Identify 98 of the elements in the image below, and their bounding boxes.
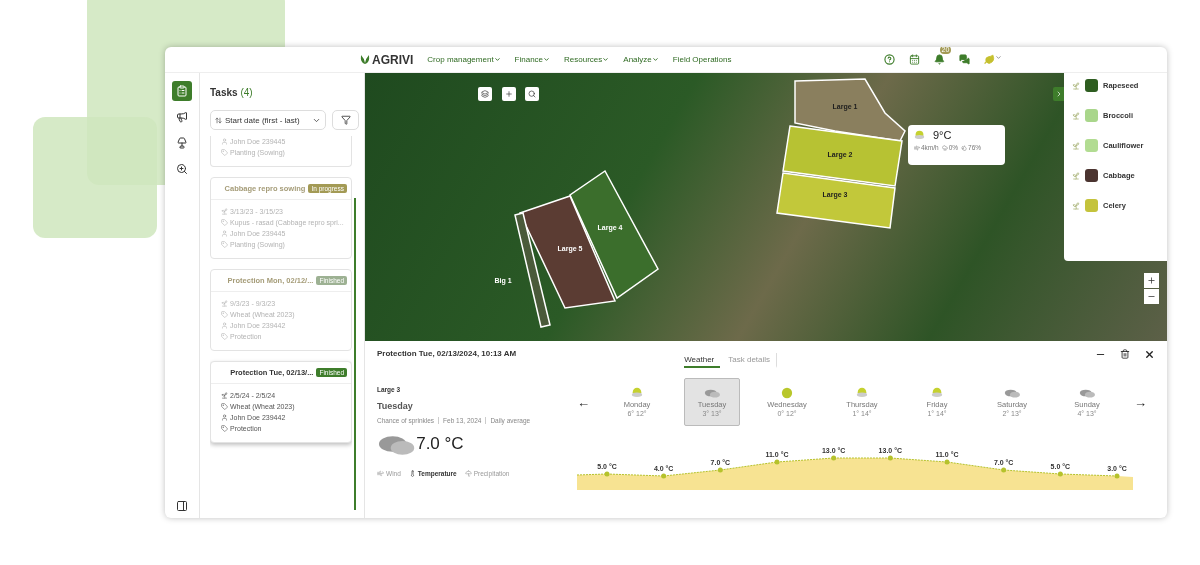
- detail-tab[interactable]: Weather: [684, 353, 721, 368]
- crop-icon: [1072, 171, 1080, 180]
- field-polygon[interactable]: [776, 172, 896, 229]
- trash-icon: [1120, 349, 1130, 359]
- tag-icon: [221, 241, 228, 248]
- leaf-logo-icon: [360, 54, 370, 65]
- field-polygon[interactable]: [518, 195, 617, 309]
- user-icon: [221, 414, 228, 421]
- data-point: [831, 455, 837, 461]
- crop-icon: [1072, 141, 1080, 150]
- menu-item[interactable]: Analyze: [623, 55, 659, 64]
- detail-tab[interactable]: Task details: [728, 353, 778, 368]
- sort-dropdown[interactable]: Start date (first - last): [210, 110, 326, 130]
- crop-icon: [1072, 201, 1080, 210]
- add-button[interactable]: [502, 87, 516, 101]
- zoom-icon: [176, 163, 188, 175]
- data-point: [1001, 467, 1007, 473]
- cloud-icon: [1003, 387, 1021, 399]
- tag-icon: [221, 403, 228, 410]
- close-button[interactable]: [1144, 349, 1155, 360]
- legend-collapse-button[interactable]: [1053, 87, 1064, 101]
- caret-icon: [994, 54, 1002, 61]
- filter-icon: [340, 115, 351, 125]
- caret-icon: [543, 56, 551, 63]
- wind-icon: [377, 470, 384, 477]
- help-icon[interactable]: [883, 54, 895, 65]
- crop-icon: [1072, 111, 1080, 120]
- user-icon: [221, 138, 228, 145]
- bell-icon[interactable]: [933, 54, 945, 65]
- previous-button[interactable]: ←: [577, 394, 590, 410]
- panel-toggle-button[interactable]: [176, 500, 188, 512]
- sun-icon: [781, 387, 793, 399]
- field-polygon[interactable]: [514, 212, 551, 328]
- data-point: [1114, 473, 1120, 479]
- tag-icon: [221, 219, 228, 226]
- sprout-icon: [221, 208, 228, 215]
- data-point: [717, 467, 723, 473]
- user-icon: [221, 230, 228, 237]
- caret-icon: [493, 56, 501, 63]
- plus-icon: [1147, 276, 1156, 285]
- sun-cloud-icon: [856, 387, 868, 399]
- data-point: [944, 459, 950, 465]
- crop-icon: [1072, 81, 1080, 90]
- menu-item[interactable]: Finance: [514, 55, 551, 64]
- zoom-out-button[interactable]: [1144, 289, 1159, 304]
- plus-icon: [505, 90, 513, 98]
- calendar-icon[interactable]: [908, 54, 920, 65]
- cloud-icon: [1078, 387, 1096, 399]
- data-point: [887, 455, 893, 461]
- user-icon: [221, 322, 228, 329]
- chat-icon[interactable]: [958, 54, 970, 65]
- menu-item[interactable]: Resources: [564, 55, 610, 64]
- rain-cloud-icon: [941, 144, 948, 151]
- filter-button[interactable]: [332, 110, 359, 130]
- tag-icon: [221, 425, 228, 432]
- daily-temperature: 7.0 °C: [416, 434, 464, 454]
- cloud-icon: [703, 387, 721, 399]
- sort-icon: [215, 116, 222, 124]
- megaphone-icon: [176, 111, 188, 123]
- layers-icon: [481, 90, 489, 98]
- sun-cloud-icon: [931, 387, 943, 399]
- sprout-icon: [221, 392, 228, 399]
- sun-cloud-icon: [631, 387, 643, 399]
- menu-item[interactable]: Field Operations: [672, 55, 732, 64]
- logo-text: AGRIVI: [372, 52, 414, 67]
- wind-icon: [914, 144, 920, 151]
- data-point: [661, 473, 667, 479]
- droplets-icon: [961, 144, 968, 151]
- layers-button[interactable]: [478, 87, 492, 101]
- popup-temperature: 9°C: [933, 129, 952, 141]
- data-point: [1057, 471, 1063, 477]
- sprout-icon: [221, 300, 228, 307]
- lamp-icon: [176, 137, 188, 149]
- zoom-in-button[interactable]: [1144, 273, 1159, 288]
- data-point: [774, 459, 780, 465]
- tag-icon: [221, 333, 228, 340]
- tag-icon: [221, 311, 228, 318]
- sun-cloud-icon: [914, 129, 925, 141]
- panel-icon: [176, 500, 188, 512]
- close-icon: [1144, 349, 1155, 360]
- data-point: [604, 471, 610, 477]
- search-button[interactable]: [525, 87, 539, 101]
- caret-icon: [602, 56, 610, 63]
- field-polygon[interactable]: [782, 125, 903, 187]
- clipboard-icon: [176, 85, 188, 97]
- detail-title: Protection Tue, 02/13/2024, 10:13 AM: [377, 349, 517, 358]
- next-button[interactable]: →: [1134, 394, 1147, 410]
- field-polygon[interactable]: [794, 78, 906, 142]
- tag-icon: [221, 149, 228, 156]
- clipboard-rail-button[interactable]: [172, 81, 192, 101]
- caret-icon: [651, 56, 659, 63]
- day-name: Tuesday: [377, 401, 414, 411]
- menu-item[interactable]: Crop management: [427, 55, 501, 64]
- tasks-title: Tasks (4): [210, 87, 254, 98]
- delete-button[interactable]: [1120, 349, 1130, 360]
- precipitation-icon: [464, 470, 472, 477]
- temperature-icon: [408, 470, 416, 477]
- search-icon: [528, 90, 536, 98]
